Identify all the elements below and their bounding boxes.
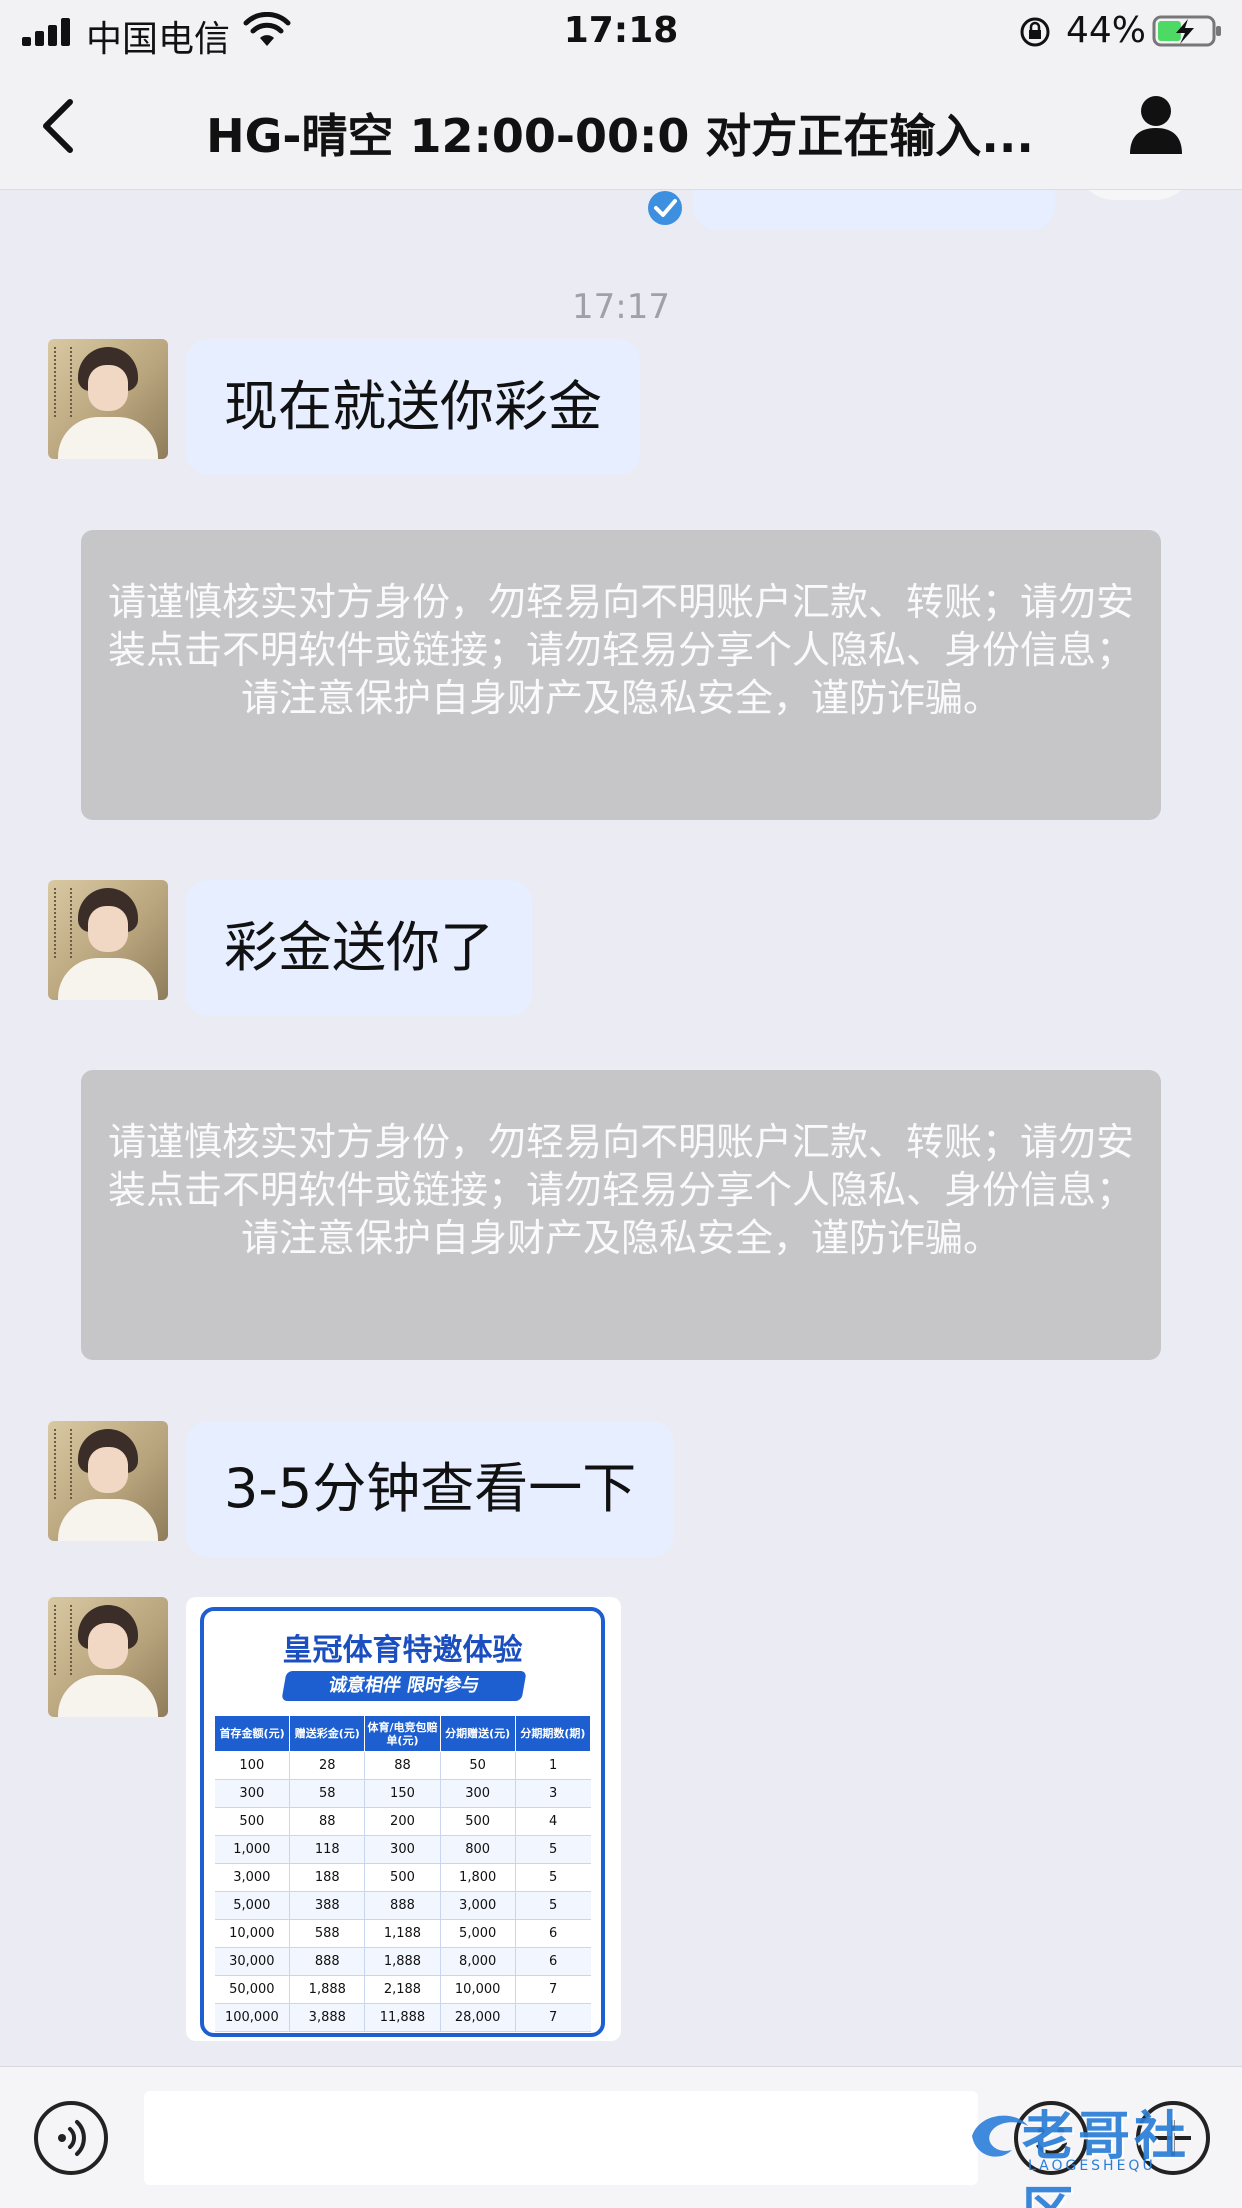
promo-table-cell: 2,188	[364, 1975, 441, 2004]
chevron-left-icon[interactable]	[36, 96, 80, 156]
chat-area[interactable]: 17:17 现在就送你彩金 请谨慎核实对方身份，勿轻易向不明账户汇款、转账；请勿…	[0, 190, 1242, 2066]
promo-table-header: 首存金额(元)	[213, 1715, 291, 1752]
contact-avatar[interactable]	[48, 339, 168, 459]
promo-table-cell: 11,888	[364, 2003, 441, 2032]
promo-table-cell: 6	[514, 1947, 591, 1976]
promo-table-cell: 888	[364, 1891, 441, 1920]
promo-table-cell: 58	[289, 1779, 365, 1808]
check-circle-icon	[648, 191, 682, 225]
promo-table-cell: 3,000	[439, 1891, 516, 1920]
sent-message-bubble[interactable]	[693, 190, 1055, 230]
my-avatar[interactable]	[1075, 190, 1195, 200]
promo-table-cell: 800	[439, 1835, 516, 1864]
promo-table-cell: 200	[364, 1807, 441, 1836]
promo-table-cell: 7	[514, 2003, 591, 2032]
promo-table-cell: 88	[364, 1751, 441, 1780]
security-notice: 请谨慎核实对方身份，勿轻易向不明账户汇款、转账；请勿安装点击不明软件或链接；请勿…	[81, 1070, 1161, 1360]
promo-table-cell: 7	[514, 1975, 591, 2004]
promo-table-cell: 188	[289, 1863, 365, 1892]
promo-table-cell: 300	[439, 1779, 516, 1808]
promo-table-cell: 1,888	[364, 1947, 441, 1976]
promo-table-cell: 388	[289, 1891, 365, 1920]
security-notice: 请谨慎核实对方身份，勿轻易向不明账户汇款、转账；请勿安装点击不明软件或链接；请勿…	[81, 530, 1161, 820]
chat-title: HG-晴空 12:00-00:0 对方正在输入...	[206, 109, 1034, 163]
promo-title: 皇冠体育特邀体验	[282, 1633, 523, 1668]
promo-image: 皇冠体育特邀体验 诚意相伴 限时参与 首存金额(元) 赠送彩金(元) 体育/电竞…	[200, 1607, 605, 2037]
promo-table-cell: 3,888	[289, 2003, 365, 2032]
promo-table-cell: 150	[364, 1779, 441, 1808]
battery-percent: 44%	[1066, 10, 1147, 51]
contact-avatar[interactable]	[48, 1597, 168, 1717]
watermark-text: 老哥社区	[1022, 2107, 1191, 2208]
promo-table-cell: 300	[214, 1779, 290, 1808]
promo-table-cell: 28,000	[439, 2003, 516, 2032]
promo-table-cell: 1	[514, 1751, 591, 1780]
promo-table-cell: 100	[214, 1751, 290, 1780]
promo-table-cell: 5	[514, 1863, 591, 1892]
promo-table-cell: 8,000	[439, 1947, 516, 1976]
promo-table-cell: 1,888	[289, 1975, 365, 2004]
promo-table-row: 300 58 150 300 3	[214, 1779, 591, 1808]
promo-table-cell: 3,000	[214, 1863, 290, 1892]
promo-table-cell: 500	[214, 1807, 290, 1836]
promo-table-row: 50,000 1,888 2,188 10,000 7	[214, 1975, 591, 2004]
contact-avatar[interactable]	[48, 1421, 168, 1541]
battery-charging-icon	[1152, 15, 1221, 47]
promo-table-cell: 28	[289, 1751, 365, 1780]
nav-bar: HG-晴空 12:00-00:0 对方正在输入...	[0, 62, 1242, 190]
watermark-subtext: LAOGESHEQU	[1028, 2158, 1156, 2174]
promo-table-cell: 5,000	[439, 1919, 516, 1948]
promo-table-cell: 10,000	[439, 1975, 516, 2004]
promo-table-header: 分期期数(期)	[514, 1715, 592, 1752]
promo-table-cell: 3	[514, 1779, 591, 1808]
promo-table-cell: 300	[364, 1835, 441, 1864]
promo-table-cell: 1,800	[439, 1863, 516, 1892]
promo-table-cell: 6	[514, 1919, 591, 1948]
promo-table-cell: 500	[364, 1863, 441, 1892]
promo-table-cell: 4	[514, 1807, 591, 1836]
promo-table-cell: 5,000	[214, 1891, 290, 1920]
promo-table-cell: 888	[289, 1947, 365, 1976]
promo-table-cell: 50	[439, 1751, 516, 1780]
promo-table-cell: 100,000	[214, 2003, 290, 2032]
contact-avatar[interactable]	[48, 880, 168, 1000]
status-time: 17:18	[563, 10, 679, 51]
promo-table-header: 分期赠送(元)	[439, 1715, 516, 1752]
promo-table-cell: 50,000	[214, 1975, 290, 2004]
promo-table-row: 5,000 388 888 3,000 5	[214, 1891, 591, 1920]
promo-banner: 诚意相伴 限时参与	[281, 1671, 527, 1701]
received-message-bubble[interactable]: 彩金送你了	[186, 880, 532, 1016]
promo-table-row: 100,000 3,888 11,888 28,000 7	[214, 2003, 591, 2032]
promo-table: 首存金额(元) 赠送彩金(元) 体育/电竞包赔单(元) 分期赠送(元) 分期期数…	[213, 1715, 592, 2032]
promo-table-header: 体育/电竞包赔单(元)	[364, 1715, 441, 1752]
promo-table-cell: 5	[514, 1891, 591, 1920]
promo-image-message[interactable]: 皇冠体育特邀体验 诚意相伴 限时参与 首存金额(元) 赠送彩金(元) 体育/电竞…	[186, 1597, 621, 2041]
promo-table-cell: 118	[289, 1835, 365, 1864]
promo-table-cell: 1,188	[364, 1919, 441, 1948]
promo-table-cell: 30,000	[214, 1947, 290, 1976]
promo-table-cell: 5	[514, 1835, 591, 1864]
voice-icon[interactable]	[34, 2101, 108, 2175]
promo-table-cell: 10,000	[214, 1919, 290, 1948]
promo-table-cell: 500	[439, 1807, 516, 1836]
promo-table-row: 1,000 118 300 800 5	[214, 1835, 591, 1864]
promo-table-cell: 588	[289, 1919, 365, 1948]
rotation-lock-icon	[1020, 17, 1050, 47]
person-icon[interactable]	[1128, 94, 1184, 156]
promo-table-cell: 1,000	[214, 1835, 290, 1864]
promo-table-row: 30,000 888 1,888 8,000 6	[214, 1947, 591, 1976]
promo-table-row: 3,000 188 500 1,800 5	[214, 1863, 591, 1892]
promo-table-row: 500 88 200 500 4	[214, 1807, 591, 1836]
promo-table-cell: 88	[289, 1807, 365, 1836]
message-timestamp: 17:17	[572, 287, 670, 327]
received-message-bubble[interactable]: 3-5分钟查看一下	[186, 1421, 675, 1557]
promo-table-row: 100 28 88 50 1	[214, 1751, 591, 1780]
watermark-logo: 老哥社区 LAOGESHEQU	[966, 2088, 1226, 2208]
message-input[interactable]	[144, 2091, 978, 2185]
promo-table-row: 10,000 588 1,188 5,000 6	[214, 1919, 591, 1948]
received-message-bubble[interactable]: 现在就送你彩金	[186, 339, 640, 475]
status-bar: 中国电信 17:18 44%	[0, 0, 1242, 62]
promo-table-header: 赠送彩金(元)	[289, 1715, 366, 1752]
